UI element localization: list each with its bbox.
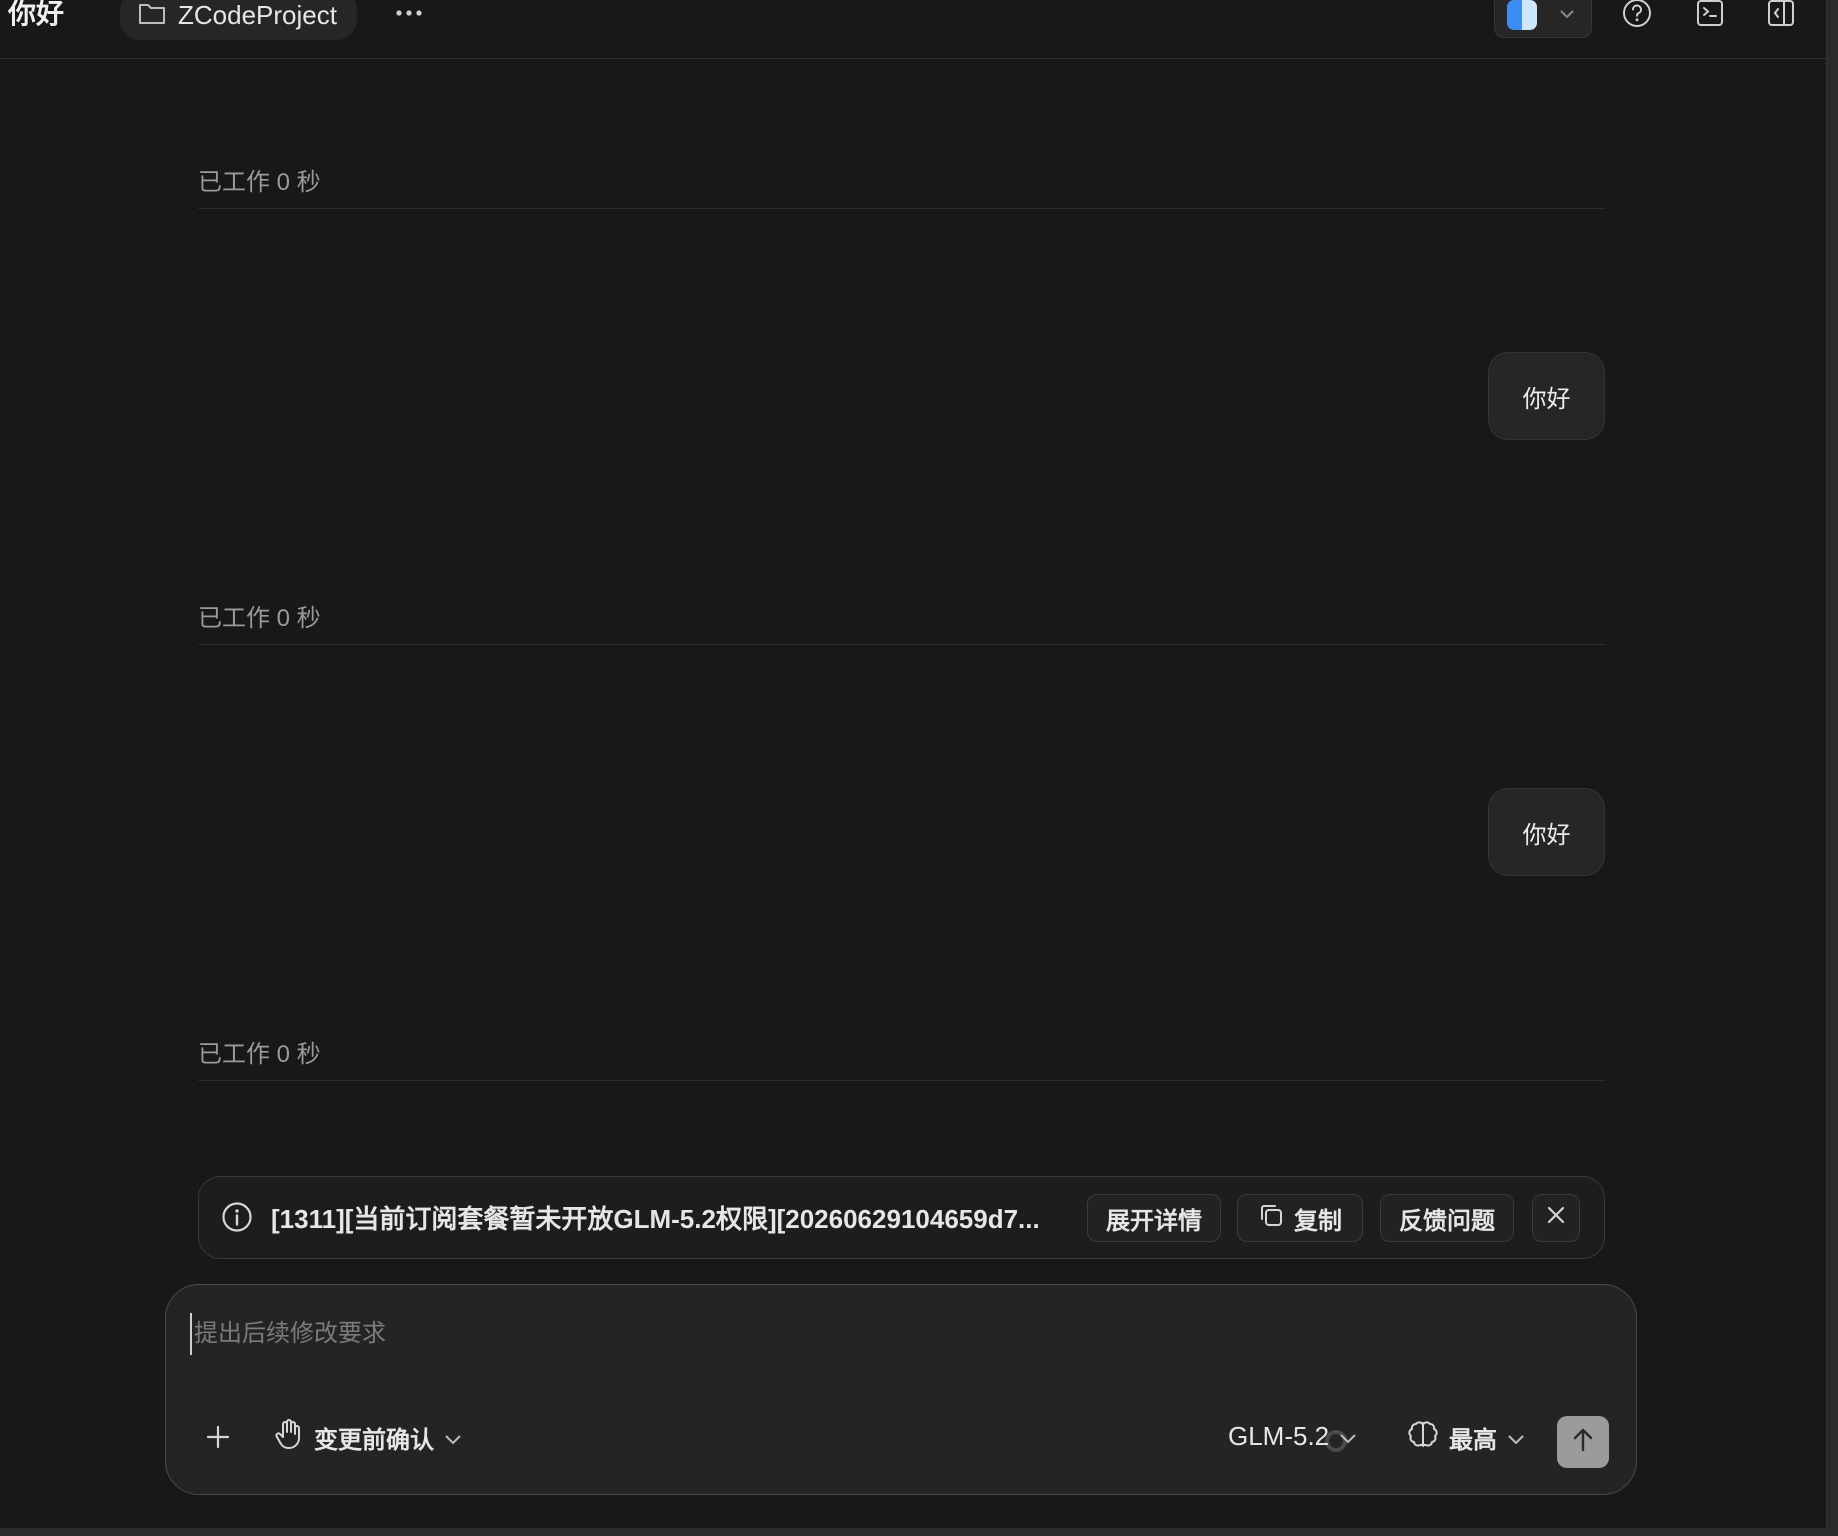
brain-icon bbox=[1407, 1418, 1439, 1457]
user-message-bubble: 你好 bbox=[1488, 788, 1605, 876]
finder-icon bbox=[1507, 0, 1537, 30]
work-status-row[interactable]: 已工作 0 秒 bbox=[198, 1020, 1605, 1081]
follow-up-input[interactable] bbox=[190, 1313, 1596, 1355]
close-icon bbox=[1546, 1204, 1566, 1232]
conversation-title: 你好 bbox=[8, 0, 65, 29]
work-status-text: 已工作 0 秒 bbox=[198, 605, 321, 632]
copy-label: 复制 bbox=[1294, 1207, 1342, 1235]
close-banner-button[interactable] bbox=[1532, 1194, 1580, 1242]
report-issue-label: 反馈问题 bbox=[1399, 1207, 1495, 1235]
arrow-up-icon bbox=[1571, 1427, 1595, 1458]
error-banner: [1311][当前订阅套餐暂未开放GLM-5.2权限][202606291046… bbox=[198, 1176, 1605, 1259]
project-selector[interactable]: ZCodeProject bbox=[120, 0, 357, 40]
add-attachment-button[interactable] bbox=[206, 1425, 230, 1456]
chevron-down-icon bbox=[1339, 1423, 1357, 1451]
help-icon bbox=[1622, 0, 1652, 33]
folder-icon bbox=[138, 1, 166, 30]
reasoning-effort-label: 最高 bbox=[1449, 1427, 1497, 1454]
work-status-row[interactable]: 已工作 0 秒 bbox=[198, 148, 1605, 209]
plus-icon bbox=[206, 1425, 230, 1456]
error-message: [1311][当前订阅套餐暂未开放GLM-5.2权限][202606291046… bbox=[271, 1204, 1040, 1234]
open-in-finder-button[interactable] bbox=[1494, 0, 1592, 38]
side-panel-icon bbox=[1767, 0, 1795, 32]
send-button[interactable] bbox=[1557, 1416, 1609, 1468]
expand-details-button[interactable]: 展开详情 bbox=[1087, 1194, 1221, 1242]
user-message-text: 你好 bbox=[1522, 821, 1571, 849]
approval-mode-label: 变更前确认 bbox=[314, 1427, 434, 1454]
app-window: 你好 ZCodeProject 已工作 0 秒 你好 已工作 0 秒 你好 已工… bbox=[0, 0, 1827, 1528]
terminal-icon bbox=[1696, 0, 1724, 32]
info-icon bbox=[221, 1201, 253, 1233]
user-message-text: 你好 bbox=[1522, 385, 1571, 413]
project-name: ZCodeProject bbox=[178, 0, 337, 30]
reasoning-effort-selector[interactable]: 最高 bbox=[1407, 1418, 1525, 1457]
title-bar: 你好 ZCodeProject bbox=[0, 0, 1826, 59]
chevron-down-icon bbox=[1507, 1424, 1525, 1452]
more-options-button[interactable] bbox=[394, 0, 424, 28]
terminal-button[interactable] bbox=[1693, 0, 1727, 32]
user-message-bubble: 你好 bbox=[1488, 352, 1605, 440]
help-button[interactable] bbox=[1620, 0, 1654, 32]
expand-details-label: 展开详情 bbox=[1106, 1207, 1202, 1235]
message-composer: 变更前确认 GLM-5.2 最高 bbox=[165, 1284, 1637, 1495]
chevron-down-icon bbox=[444, 1424, 462, 1452]
copy-icon bbox=[1258, 1202, 1284, 1235]
hand-icon bbox=[274, 1418, 304, 1457]
model-selector[interactable]: GLM-5.2 bbox=[1228, 1421, 1357, 1452]
work-status-text: 已工作 0 秒 bbox=[198, 1041, 321, 1068]
toggle-panel-button[interactable] bbox=[1764, 0, 1798, 32]
report-issue-button[interactable]: 反馈问题 bbox=[1380, 1194, 1514, 1242]
work-status-text: 已工作 0 秒 bbox=[198, 169, 321, 196]
work-status-row[interactable]: 已工作 0 秒 bbox=[198, 584, 1605, 645]
copy-button[interactable]: 复制 bbox=[1237, 1194, 1363, 1242]
approval-mode-selector[interactable]: 变更前确认 bbox=[274, 1418, 462, 1457]
chevron-down-icon bbox=[1559, 6, 1575, 24]
model-label: GLM-5.2 bbox=[1228, 1421, 1330, 1451]
ellipsis-icon bbox=[396, 4, 422, 22]
